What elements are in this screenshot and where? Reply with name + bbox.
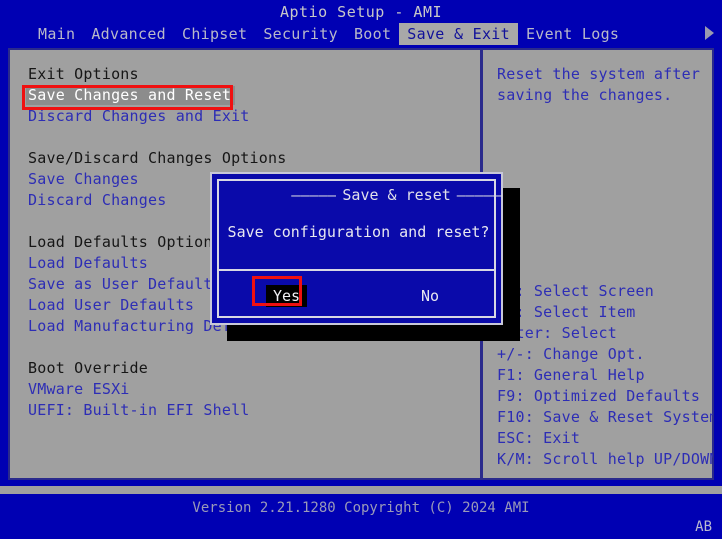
tab-main[interactable]: Main: [30, 23, 83, 45]
save-and-reset-dialog: ————— Save & reset ————— Save configuratio…: [210, 172, 503, 325]
option-item[interactable]: UEFI: Built-in EFI Shell: [28, 401, 250, 420]
option-item[interactable]: Save Changes and Reset: [26, 86, 236, 105]
options-group-header: Exit Options: [28, 65, 139, 83]
option-item[interactable]: Discard Changes and Exit: [28, 107, 250, 126]
dialog-inner-frame: ————— Save & reset ————— Save configuratio…: [217, 179, 502, 318]
footer-bar: Version 2.21.1280 Copyright (C) 2024 AMI…: [0, 494, 722, 539]
key-legend-line: F9: Optimized Defaults: [497, 387, 701, 405]
option-item[interactable]: Save as User Defaults: [28, 275, 222, 294]
yes-button[interactable]: Yes: [266, 285, 308, 307]
tab-security[interactable]: Security: [255, 23, 346, 45]
help-description-line: saving the changes.: [497, 86, 673, 104]
dialog-title: ————— Save & reset —————: [291, 186, 502, 204]
key-legend-line: →←: Select Screen: [497, 282, 654, 300]
key-legend-line: F10: Save & Reset System: [497, 408, 713, 426]
key-legend-line: +/-: Change Opt.: [497, 345, 645, 363]
dialog-separator: [219, 269, 494, 271]
page-title: Aptio Setup - AMI: [279, 3, 443, 21]
key-legend-line: F1: General Help: [497, 366, 645, 384]
dialog-button-row: Yes No: [219, 279, 498, 313]
tab-boot[interactable]: Boot: [346, 23, 399, 45]
key-legend-line: ESC: Exit: [497, 429, 581, 447]
option-item[interactable]: VMware ESXi: [28, 380, 130, 399]
no-button[interactable]: No: [414, 285, 446, 307]
version-text: Version 2.21.1280 Copyright (C) 2024 AMI: [192, 500, 530, 516]
dialog-title-text: Save & reset: [336, 186, 457, 204]
option-item[interactable]: Discard Changes: [28, 191, 166, 210]
key-legend-line: K/M: Scroll help UP/DOWN: [497, 450, 713, 468]
option-item[interactable]: Load Defaults: [28, 254, 148, 273]
bios-setup-screen: Aptio Setup - AMI Main Advanced Chipset …: [0, 0, 722, 539]
corner-indicator: AB: [695, 519, 712, 535]
tab-advanced[interactable]: Advanced: [83, 23, 174, 45]
dialog-message: Save configuration and reset?: [227, 223, 490, 241]
chevron-right-icon[interactable]: [705, 26, 714, 40]
tab-save-and-exit[interactable]: Save & Exit: [399, 23, 518, 45]
options-group-header: Load Defaults Options: [28, 233, 222, 251]
help-description-line: Reset the system after: [497, 65, 701, 83]
option-item[interactable]: Save Changes: [28, 170, 139, 189]
options-group-header: Save/Discard Changes Options: [28, 149, 287, 167]
tab-event-logs[interactable]: Event Logs: [518, 23, 627, 45]
options-group-header: Boot Override: [28, 359, 148, 377]
tab-bar: Main Advanced Chipset Security Boot Save…: [0, 22, 722, 46]
tab-chipset[interactable]: Chipset: [174, 23, 255, 45]
option-item[interactable]: Load User Defaults: [28, 296, 194, 315]
footer-divider: [0, 486, 722, 494]
